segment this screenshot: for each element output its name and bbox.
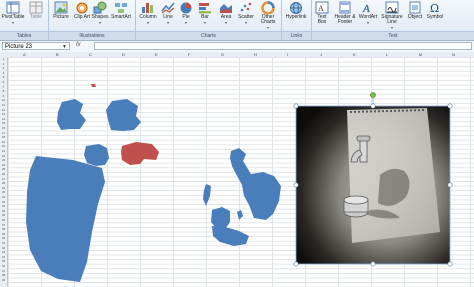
blue-shape[interactable] xyxy=(26,156,105,282)
rotate-handle[interactable] xyxy=(370,92,376,98)
resize-handle[interactable] xyxy=(293,103,299,109)
red-shape[interactable] xyxy=(91,84,96,87)
red-shape[interactable] xyxy=(121,142,159,165)
blue-shape[interactable] xyxy=(212,226,249,246)
resize-handle[interactable] xyxy=(370,103,376,109)
drawing-layer xyxy=(26,84,453,282)
blue-shape[interactable] xyxy=(230,148,281,220)
resize-handle[interactable] xyxy=(447,261,453,267)
blue-shape[interactable] xyxy=(211,207,230,228)
blue-shape[interactable] xyxy=(106,99,141,131)
blue-shape[interactable] xyxy=(203,184,211,206)
resize-handle[interactable] xyxy=(293,261,299,267)
resize-handle[interactable] xyxy=(447,182,453,188)
resize-handle[interactable] xyxy=(293,182,299,188)
resize-handle[interactable] xyxy=(370,261,376,267)
blue-shape[interactable] xyxy=(84,144,109,166)
resize-handle[interactable] xyxy=(447,103,453,109)
faucet-drawing-picture[interactable] xyxy=(293,92,453,267)
blue-shape[interactable] xyxy=(237,210,243,220)
blue-shape[interactable] xyxy=(57,99,86,130)
